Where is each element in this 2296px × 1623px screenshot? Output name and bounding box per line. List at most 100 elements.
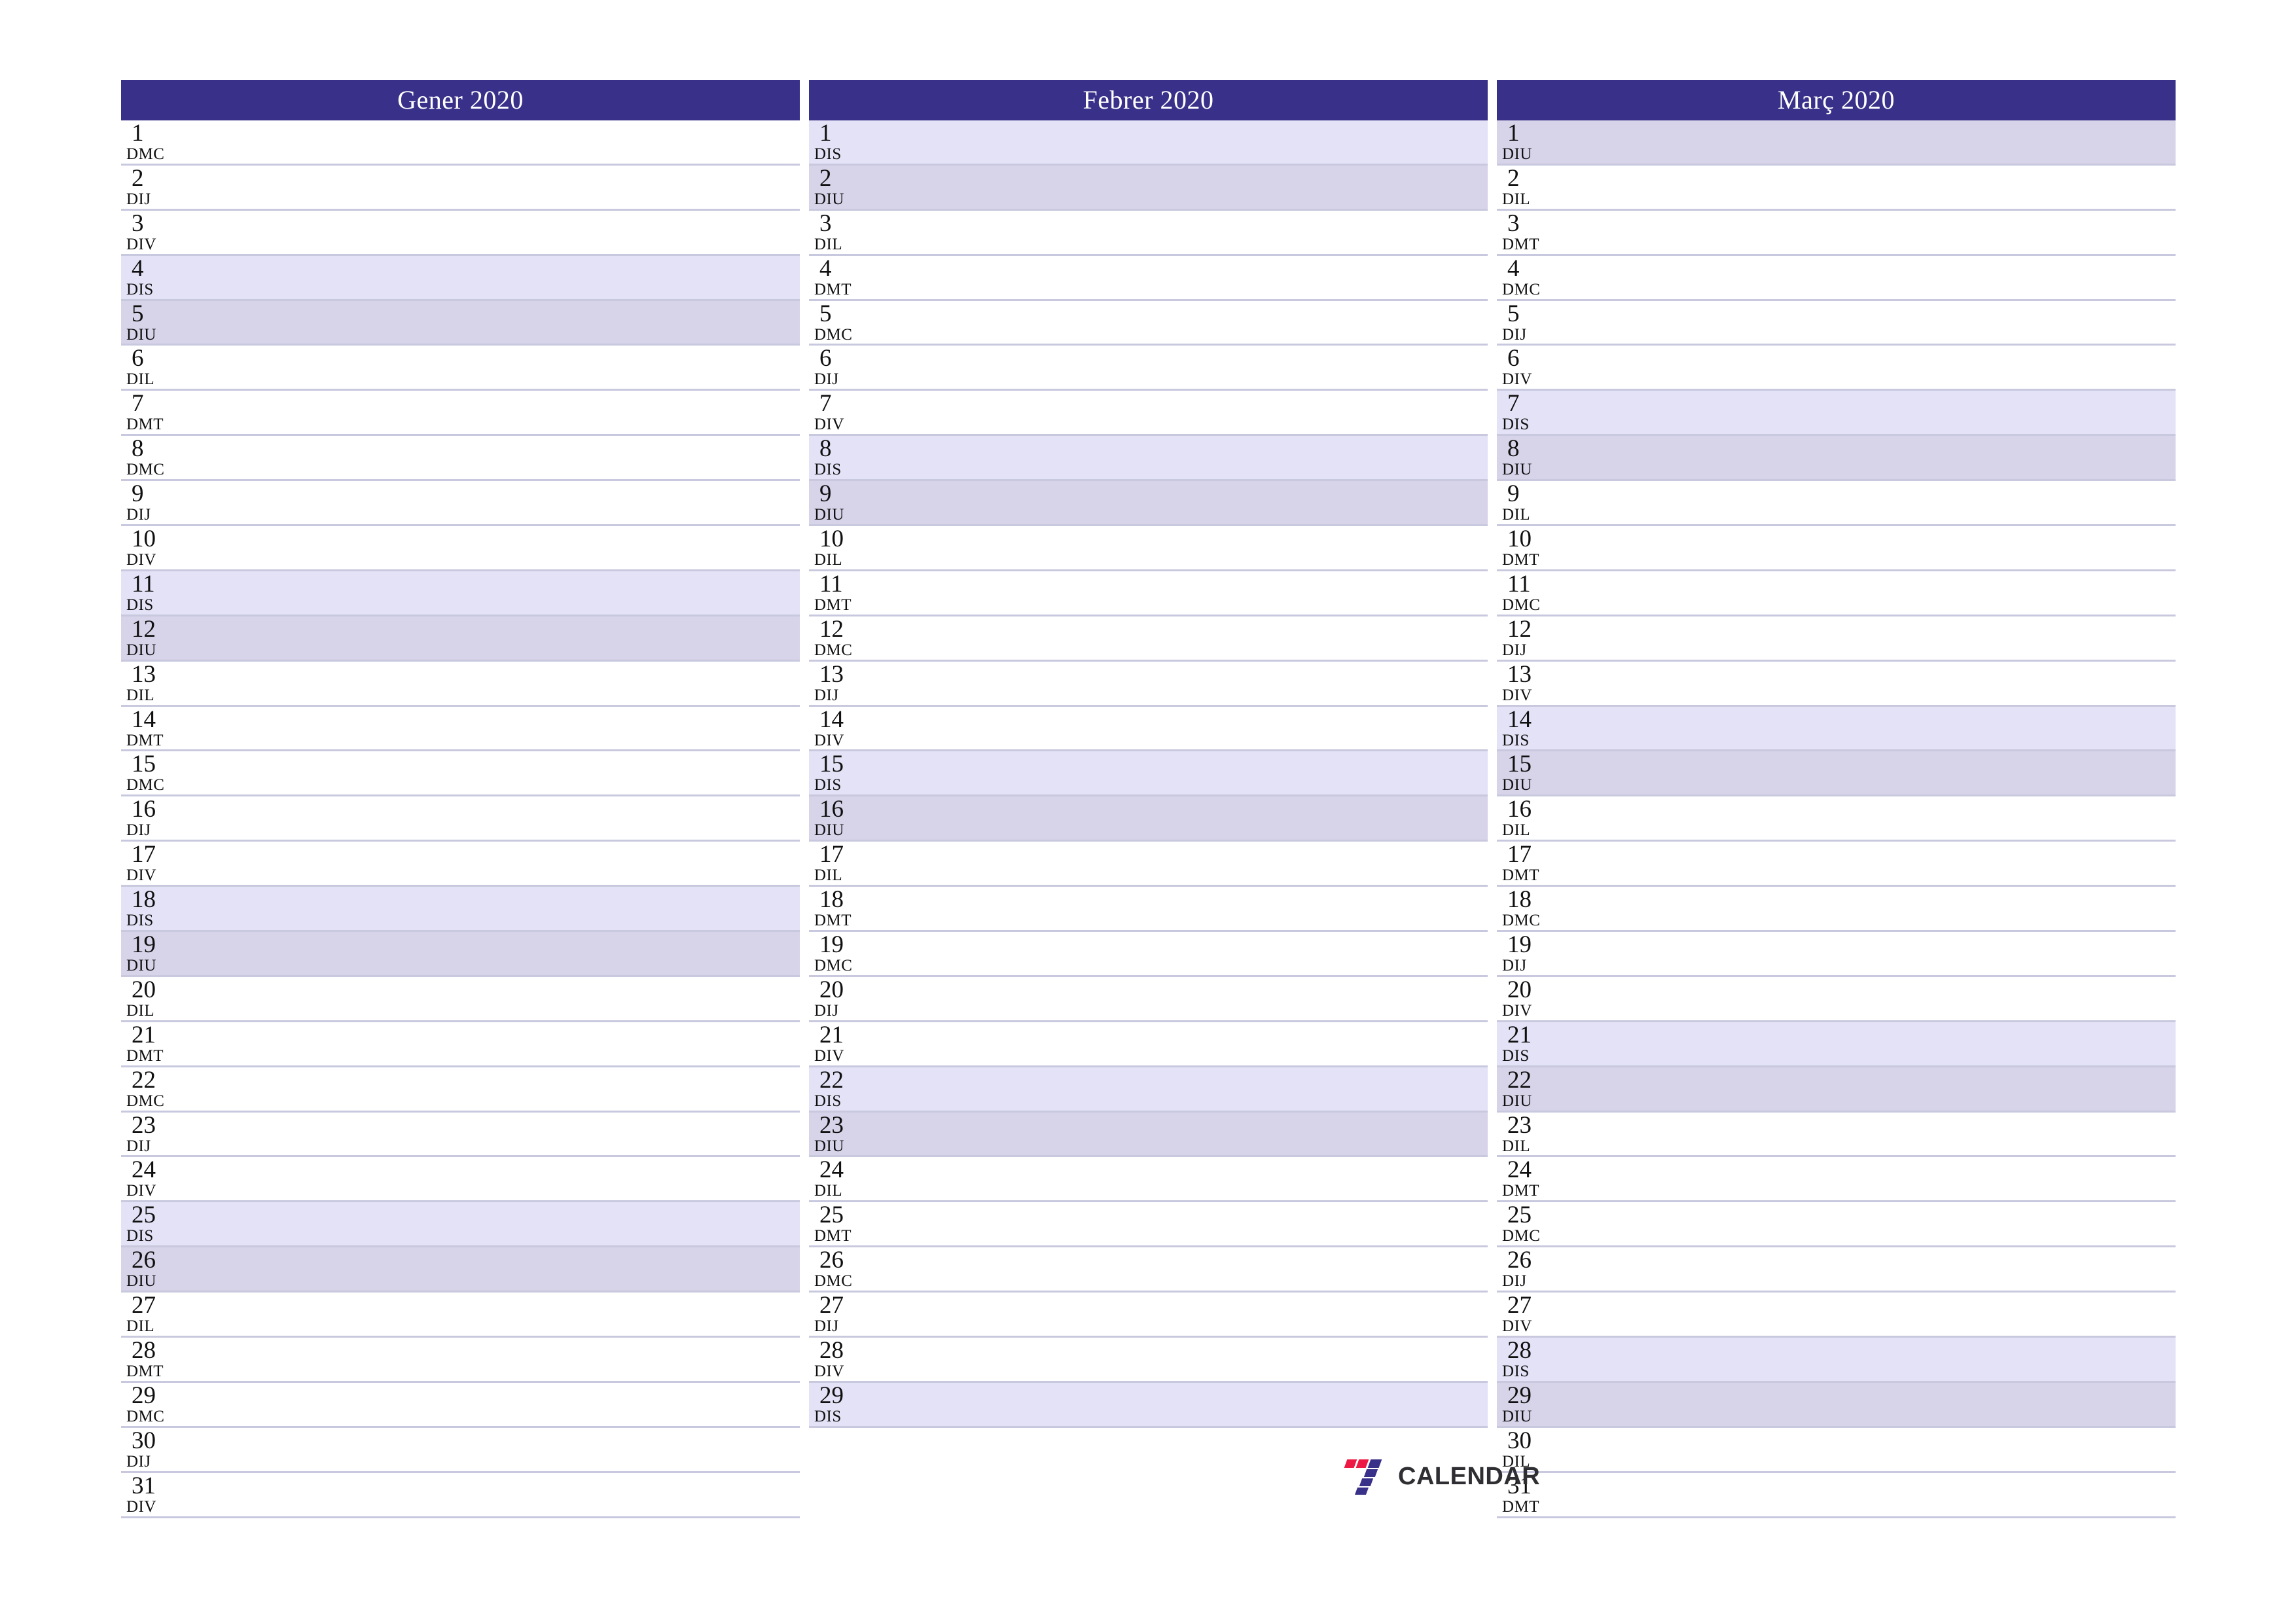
day-weekday: DIV bbox=[126, 1182, 156, 1200]
day-row[interactable]: 2 DIL bbox=[1497, 165, 2176, 211]
day-row[interactable]: 21 DMT bbox=[121, 1022, 800, 1067]
day-row[interactable]: 15 DIS bbox=[809, 751, 1488, 797]
day-row[interactable]: 2 DIJ bbox=[121, 165, 800, 211]
day-row[interactable]: 12 DIJ bbox=[1497, 616, 2176, 662]
day-row[interactable]: 4 DMC bbox=[1497, 255, 2176, 301]
day-row[interactable]: 28 DIV bbox=[809, 1338, 1488, 1383]
day-row[interactable]: 5 DIJ bbox=[1497, 300, 2176, 346]
day-row[interactable]: 18 DMT bbox=[809, 887, 1488, 933]
day-row[interactable]: 27 DIV bbox=[1497, 1293, 2176, 1338]
day-row[interactable]: 24 DMT bbox=[1497, 1157, 2176, 1203]
day-row[interactable]: 28 DIS bbox=[1497, 1338, 2176, 1383]
day-row[interactable]: 4 DMT bbox=[809, 255, 1488, 301]
day-row[interactable]: 10 DIV bbox=[121, 526, 800, 571]
day-row[interactable]: 8 DIU bbox=[1497, 436, 2176, 482]
day-row[interactable]: 27 DIL bbox=[121, 1293, 800, 1338]
day-row[interactable]: 23 DIJ bbox=[121, 1112, 800, 1158]
day-row[interactable]: 7 DIS bbox=[1497, 391, 2176, 437]
day-row[interactable]: 3 DIL bbox=[809, 210, 1488, 256]
day-row[interactable]: 15 DMC bbox=[121, 751, 800, 797]
day-row[interactable]: 2 DIU bbox=[809, 165, 1488, 211]
day-number: 4 bbox=[1507, 255, 1520, 282]
day-row[interactable]: 10 DIL bbox=[809, 526, 1488, 571]
day-row[interactable]: 16 DIU bbox=[809, 796, 1488, 842]
day-row[interactable]: 11 DMT bbox=[809, 571, 1488, 616]
day-row[interactable]: 9 DIL bbox=[1497, 481, 2176, 527]
day-row[interactable]: 10 DMT bbox=[1497, 526, 2176, 571]
day-row[interactable]: 1 DIU bbox=[1497, 120, 2176, 166]
day-row[interactable]: 12 DIU bbox=[121, 616, 800, 662]
day-row[interactable]: 11 DIS bbox=[121, 571, 800, 616]
day-weekday: DIJ bbox=[814, 1001, 839, 1020]
day-row[interactable]: 6 DIJ bbox=[809, 346, 1488, 391]
day-row[interactable]: 19 DIU bbox=[121, 932, 800, 977]
day-row[interactable]: 7 DMT bbox=[121, 391, 800, 437]
day-row[interactable]: 8 DMC bbox=[121, 436, 800, 482]
day-weekday: DIV bbox=[126, 1497, 156, 1516]
day-row[interactable]: 21 DIV bbox=[809, 1022, 1488, 1067]
day-row[interactable]: 19 DMC bbox=[809, 932, 1488, 977]
day-row[interactable]: 12 DMC bbox=[809, 616, 1488, 662]
day-row[interactable]: 22 DIS bbox=[809, 1067, 1488, 1113]
day-row[interactable]: 1 DMC bbox=[121, 120, 800, 166]
day-weekday: DMT bbox=[126, 416, 164, 434]
day-row[interactable]: 25 DIS bbox=[121, 1202, 800, 1248]
day-row[interactable]: 21 DIS bbox=[1497, 1022, 2176, 1067]
day-row[interactable]: 6 DIL bbox=[121, 346, 800, 391]
day-number: 9 bbox=[132, 481, 144, 508]
day-row[interactable]: 22 DMC bbox=[121, 1067, 800, 1113]
day-row[interactable]: 11 DMC bbox=[1497, 571, 2176, 616]
day-row[interactable]: 14 DIV bbox=[809, 706, 1488, 752]
day-row[interactable]: 24 DIL bbox=[809, 1157, 1488, 1203]
day-row[interactable]: 18 DIS bbox=[121, 887, 800, 933]
day-row[interactable]: 13 DIV bbox=[1497, 661, 2176, 707]
day-row[interactable]: 25 DMT bbox=[809, 1202, 1488, 1248]
day-row[interactable]: 6 DIV bbox=[1497, 346, 2176, 391]
day-row[interactable]: 20 DIJ bbox=[809, 976, 1488, 1022]
day-row[interactable]: 5 DMC bbox=[809, 300, 1488, 346]
day-row[interactable]: 25 DMC bbox=[1497, 1202, 2176, 1248]
day-row[interactable]: 24 DIV bbox=[121, 1157, 800, 1203]
day-row[interactable]: 31 DMT bbox=[1497, 1472, 2176, 1518]
day-row[interactable]: 16 DIL bbox=[1497, 796, 2176, 842]
day-row[interactable]: 18 DMC bbox=[1497, 887, 2176, 933]
day-row[interactable]: 29 DIU bbox=[1497, 1382, 2176, 1428]
day-row[interactable]: 26 DIU bbox=[121, 1247, 800, 1293]
day-row[interactable]: 20 DIV bbox=[1497, 976, 2176, 1022]
day-row[interactable]: 31 DIV bbox=[121, 1472, 800, 1518]
day-row[interactable]: 9 DIJ bbox=[121, 481, 800, 527]
day-row[interactable]: 17 DIV bbox=[121, 842, 800, 887]
day-weekday: DIV bbox=[1502, 370, 1532, 389]
day-row[interactable]: 22 DIU bbox=[1497, 1067, 2176, 1113]
day-row[interactable]: 13 DIJ bbox=[809, 661, 1488, 707]
day-row[interactable]: 3 DIV bbox=[121, 210, 800, 256]
day-row[interactable]: 20 DIL bbox=[121, 976, 800, 1022]
day-row[interactable]: 15 DIU bbox=[1497, 751, 2176, 797]
day-number: 8 bbox=[1507, 436, 1520, 463]
brand-logo: CALENDAR bbox=[1340, 1458, 1540, 1495]
day-row[interactable]: 3 DMT bbox=[1497, 210, 2176, 256]
day-row[interactable]: 29 DMC bbox=[121, 1382, 800, 1428]
day-row[interactable]: 14 DMT bbox=[121, 706, 800, 752]
day-row[interactable]: 17 DIL bbox=[809, 842, 1488, 887]
day-row[interactable]: 29 DIS bbox=[809, 1382, 1488, 1428]
day-row[interactable]: 1 DIS bbox=[809, 120, 1488, 166]
day-row[interactable]: 16 DIJ bbox=[121, 796, 800, 842]
day-row[interactable]: 7 DIV bbox=[809, 391, 1488, 437]
day-row[interactable]: 23 DIL bbox=[1497, 1112, 2176, 1158]
day-row[interactable]: 17 DMT bbox=[1497, 842, 2176, 887]
day-row[interactable]: 30 DIL bbox=[1497, 1427, 2176, 1473]
day-row[interactable]: 26 DMC bbox=[809, 1247, 1488, 1293]
day-row[interactable]: 4 DIS bbox=[121, 255, 800, 301]
day-row[interactable]: 27 DIJ bbox=[809, 1293, 1488, 1338]
day-row[interactable]: 26 DIJ bbox=[1497, 1247, 2176, 1293]
day-row[interactable]: 8 DIS bbox=[809, 436, 1488, 482]
day-row[interactable]: 9 DIU bbox=[809, 481, 1488, 527]
day-row[interactable]: 14 DIS bbox=[1497, 706, 2176, 752]
day-row[interactable]: 19 DIJ bbox=[1497, 932, 2176, 977]
day-row[interactable]: 13 DIL bbox=[121, 661, 800, 707]
day-row[interactable]: 23 DIU bbox=[809, 1112, 1488, 1158]
day-row[interactable]: 30 DIJ bbox=[121, 1427, 800, 1473]
day-row[interactable]: 5 DIU bbox=[121, 300, 800, 346]
day-row[interactable]: 28 DMT bbox=[121, 1338, 800, 1383]
